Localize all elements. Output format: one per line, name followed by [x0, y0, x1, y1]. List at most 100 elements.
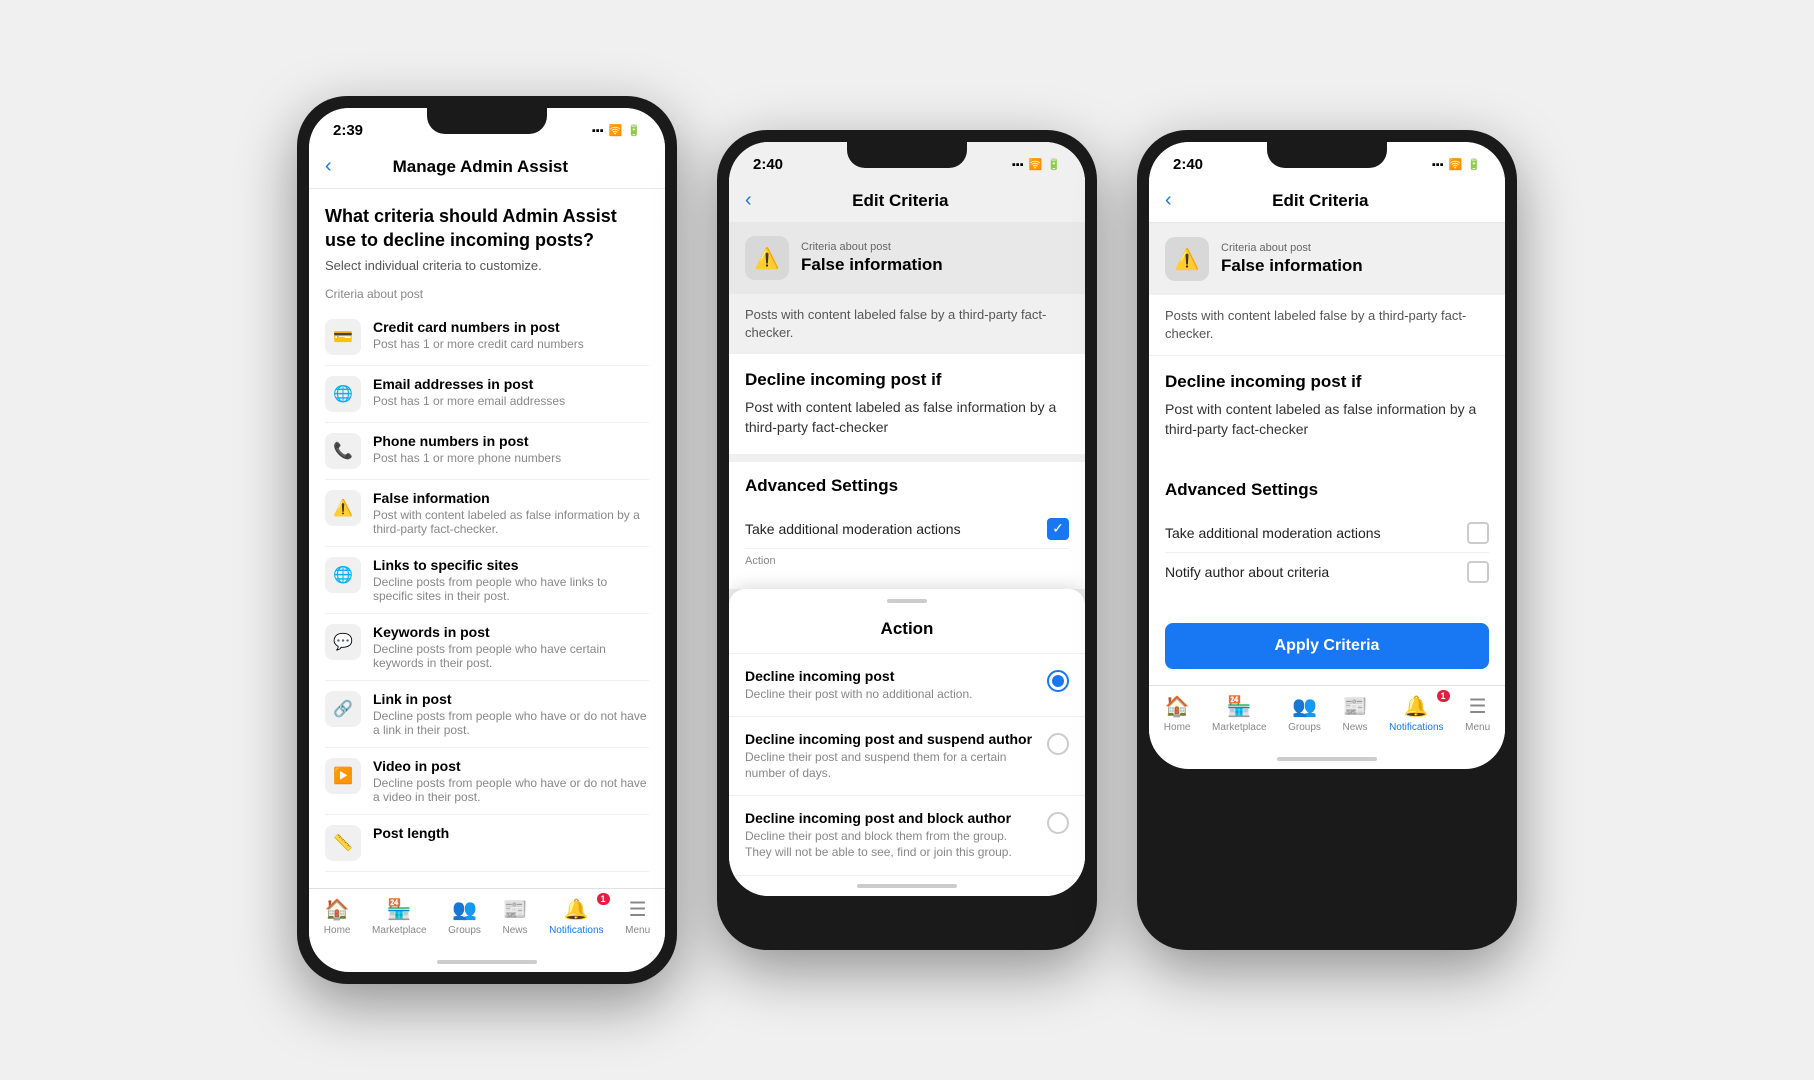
phone-1-criteria-label: Criteria about post — [325, 287, 649, 301]
action-option-suspend[interactable]: Decline incoming post and suspend author… — [729, 717, 1085, 796]
phone-3-advanced-title: Advanced Settings — [1165, 480, 1489, 500]
phone-1-heading: What criteria should Admin Assist use to… — [325, 205, 649, 252]
phone-1: 2:39 ▪▪▪ 🛜 🔋 ‹ Manage Admin Assist What … — [297, 96, 677, 984]
nav-notifications[interactable]: 🔔 1 Notifications — [549, 897, 603, 936]
nav-groups[interactable]: 👥 Groups — [448, 897, 481, 936]
video-icon: ▶️ — [325, 758, 361, 794]
criteria-links-desc: Decline posts from people who have links… — [373, 575, 649, 603]
phone-icon: 📞 — [325, 433, 361, 469]
marketplace-icon: 🏪 — [387, 897, 412, 922]
apply-criteria-button[interactable]: Apply Criteria — [1165, 623, 1489, 669]
criteria-item-email[interactable]: 🌐 Email addresses in post Post has 1 or … — [325, 366, 649, 423]
news-icon: 📰 — [503, 897, 528, 922]
phone-3-decline-heading: Decline incoming post if — [1165, 372, 1489, 392]
phone-3-notify-author-row[interactable]: Notify author about criteria — [1165, 553, 1489, 591]
phone-3-nav-groups[interactable]: 👥 Groups — [1288, 694, 1321, 733]
phone-2-status-icons: ▪▪▪ 🛜 🔋 — [1012, 158, 1061, 171]
action-option-block[interactable]: Decline incoming post and block author D… — [729, 796, 1085, 875]
phone-2-nav-title: Edit Criteria — [764, 191, 1037, 211]
phone-2-action-peek-label: Action — [745, 549, 1069, 573]
criteria-video-desc: Decline posts from people who have or do… — [373, 776, 649, 804]
phone-1-nav-header: ‹ Manage Admin Assist — [309, 145, 665, 189]
phone-3-nav-marketplace[interactable]: 🏪 Marketplace — [1212, 694, 1266, 733]
criteria-phone-desc: Post has 1 or more phone numbers — [373, 451, 649, 465]
phone-2-warning-icon: ⚠️ — [745, 236, 789, 280]
nav-news[interactable]: 📰 News — [502, 897, 527, 936]
home-icon-3: 🏠 — [1165, 694, 1190, 719]
phone-3-nav-notifications[interactable]: 🔔 1 Notifications — [1389, 694, 1443, 733]
action-option-block-name: Decline incoming post and block author — [745, 810, 1035, 826]
marketplace-icon-3: 🏪 — [1227, 694, 1252, 719]
links-icon: 🌐 — [325, 557, 361, 593]
phone-3: 2:40 ▪▪▪ 🛜 🔋 ‹ Edit Criteria ⚠️ — [1137, 130, 1517, 950]
phone-3-nav-header: ‹ Edit Criteria — [1149, 179, 1505, 223]
phone-2-decline-section: Decline incoming post if Post with conte… — [729, 354, 1085, 453]
keywords-icon: 💬 — [325, 624, 361, 660]
nav-groups-label: Groups — [448, 925, 481, 936]
phone-2-advanced-title: Advanced Settings — [745, 476, 1069, 496]
battery-icon-3: 🔋 — [1467, 158, 1481, 171]
menu-icon-3: ☰ — [1469, 694, 1487, 719]
phone-3-take-additional-checkbox[interactable] — [1467, 522, 1489, 544]
phone-3-criteria-name: False information — [1221, 256, 1363, 276]
phone-3-nav-news[interactable]: 📰 News — [1342, 694, 1367, 733]
nav-home-label-3: Home — [1164, 722, 1191, 733]
criteria-item-post-length[interactable]: 📏 Post length — [325, 815, 649, 872]
phone-3-notify-author-checkbox[interactable] — [1467, 561, 1489, 583]
phone-2-back-button[interactable]: ‹ — [745, 189, 752, 212]
phone-3-criteria-sublabel: Criteria about post — [1221, 242, 1363, 254]
action-sheet-handle — [887, 599, 927, 603]
nav-notifications-label: Notifications — [549, 925, 603, 936]
criteria-item-keywords[interactable]: 💬 Keywords in post Decline posts from pe… — [325, 614, 649, 681]
action-option-decline[interactable]: Decline incoming post Decline their post… — [729, 654, 1085, 718]
menu-icon: ☰ — [629, 897, 647, 922]
battery-icon-2: 🔋 — [1047, 158, 1061, 171]
action-option-decline-radio[interactable] — [1047, 670, 1069, 692]
phone-2-take-additional-row[interactable]: Take additional moderation actions ✓ — [745, 510, 1069, 549]
phone-3-back-button[interactable]: ‹ — [1165, 189, 1172, 212]
nav-marketplace[interactable]: 🏪 Marketplace — [372, 897, 426, 936]
criteria-item-link[interactable]: 🔗 Link in post Decline posts from people… — [325, 681, 649, 748]
warning-icon: ⚠️ — [325, 490, 361, 526]
criteria-email-desc: Post has 1 or more email addresses — [373, 394, 649, 408]
criteria-item-credit-card[interactable]: 💳 Credit card numbers in post Post has 1… — [325, 309, 649, 366]
phone-3-notch — [1267, 142, 1387, 168]
criteria-item-false-info[interactable]: ⚠️ False information Post with content l… — [325, 480, 649, 547]
phone-2-decline-heading: Decline incoming post if — [745, 370, 1069, 390]
phone-2-decline-desc: Post with content labeled as false infor… — [745, 398, 1069, 437]
nav-menu[interactable]: ☰ Menu — [625, 897, 650, 936]
criteria-links-name: Links to specific sites — [373, 557, 649, 573]
signal-icon: ▪▪▪ — [592, 125, 604, 137]
phone-2-notch — [847, 142, 967, 168]
nav-groups-label-3: Groups — [1288, 722, 1321, 733]
action-option-suspend-radio[interactable] — [1047, 733, 1069, 755]
phone-2-criteria-desc: Posts with content labeled false by a th… — [729, 294, 1085, 354]
phone-1-nav-title: Manage Admin Assist — [344, 157, 617, 177]
nav-home-label: Home — [324, 925, 351, 936]
phone-3-nav-menu[interactable]: ☰ Menu — [1465, 694, 1490, 733]
phone-3-screen-content: ⚠️ Criteria about post False information… — [1149, 223, 1505, 607]
criteria-keywords-name: Keywords in post — [373, 624, 649, 640]
signal-icon-2: ▪▪▪ — [1012, 159, 1024, 171]
criteria-item-video[interactable]: ▶️ Video in post Decline posts from peop… — [325, 748, 649, 815]
criteria-item-links[interactable]: 🌐 Links to specific sites Decline posts … — [325, 547, 649, 614]
action-option-block-radio[interactable] — [1047, 812, 1069, 834]
phone-3-status-icons: ▪▪▪ 🛜 🔋 — [1432, 158, 1481, 171]
phone-3-nav-home[interactable]: 🏠 Home — [1164, 694, 1191, 733]
phone-1-back-button[interactable]: ‹ — [325, 155, 332, 178]
criteria-credit-card-desc: Post has 1 or more credit card numbers — [373, 337, 649, 351]
phone-2-take-additional-checkbox[interactable]: ✓ — [1047, 518, 1069, 540]
wifi-icon: 🛜 — [609, 124, 623, 137]
criteria-link-desc: Decline posts from people who have or do… — [373, 709, 649, 737]
link-icon: 🔗 — [325, 691, 361, 727]
nav-home[interactable]: 🏠 Home — [324, 897, 351, 936]
criteria-item-phone[interactable]: 📞 Phone numbers in post Post has 1 or mo… — [325, 423, 649, 480]
phone-2-time: 2:40 — [753, 156, 783, 173]
phone-3-bottom-nav: 🏠 Home 🏪 Marketplace 👥 Groups 📰 News 🔔 — [1149, 685, 1505, 749]
phone-3-take-additional-row[interactable]: Take additional moderation actions — [1165, 514, 1489, 553]
phone-3-decline-desc: Post with content labeled as false infor… — [1165, 400, 1489, 439]
notification-badge: 1 — [597, 893, 610, 905]
action-option-decline-desc: Decline their post with no additional ac… — [745, 687, 1035, 703]
phone-3-criteria-desc: Posts with content labeled false by a th… — [1149, 295, 1505, 355]
phone-2-nav-header: ‹ Edit Criteria — [729, 179, 1085, 222]
